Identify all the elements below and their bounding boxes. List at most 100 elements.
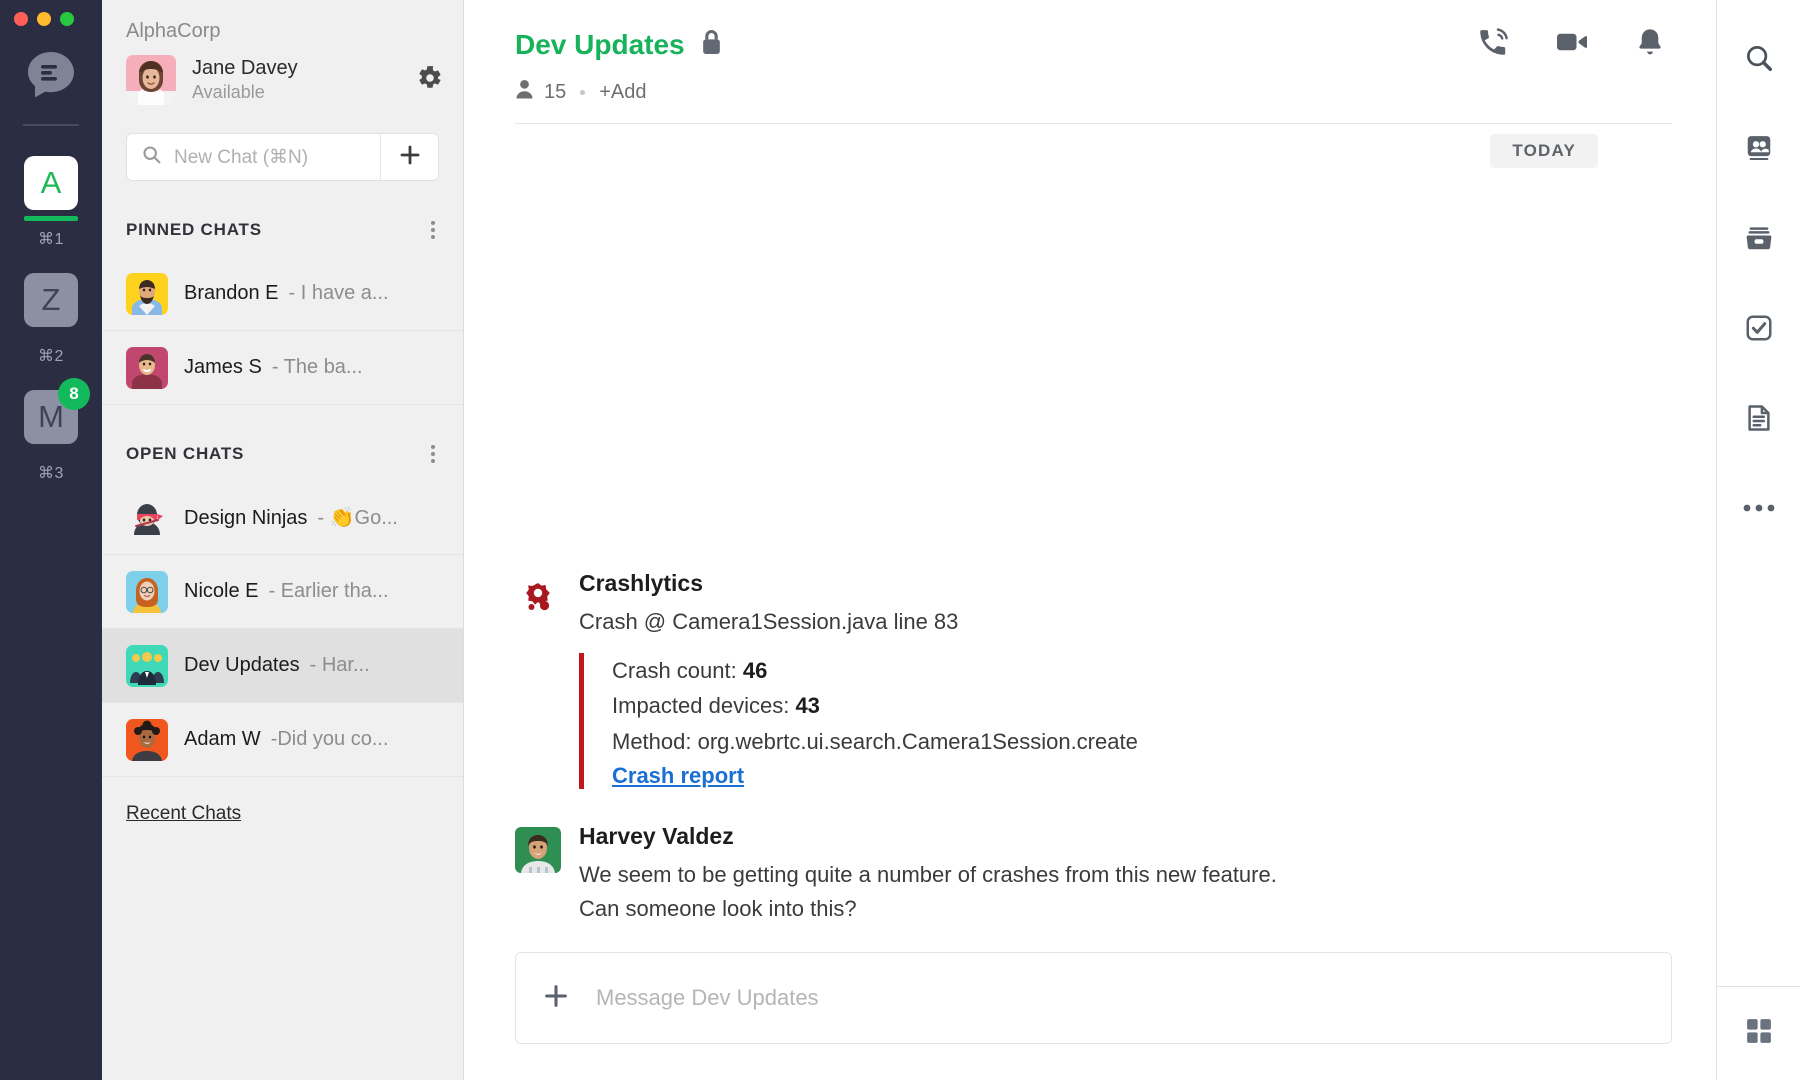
section-header-pinned: PINNED CHATS	[102, 181, 463, 257]
call-icon[interactable]	[1476, 25, 1510, 64]
new-chat-button[interactable]	[380, 134, 438, 180]
message-list: TODAY Crashlytics Crash @ Camera1Session…	[464, 124, 1716, 952]
add-members-button[interactable]: +Add	[599, 81, 646, 104]
attachment-value: 46	[742, 658, 768, 684]
plus-icon[interactable]	[542, 982, 570, 1015]
lock-icon	[701, 29, 722, 60]
current-user-avatar[interactable]	[126, 55, 176, 105]
sidebar-chat-name: Dev Updates	[184, 654, 300, 676]
attachment-label: Impacted devices:	[612, 693, 790, 719]
attachment-line-crash-count: Crash count: 46	[612, 653, 1672, 688]
avatar	[126, 496, 168, 539]
day-separator: TODAY	[515, 134, 1672, 168]
rail-workspace-list: A ⌘1 Z ⌘2 M 8 ⌘3	[0, 156, 102, 507]
right-rail-apps[interactable]	[1717, 986, 1800, 1080]
sidebar-chat-james-s[interactable]: James S - The ba...	[102, 331, 463, 405]
chat-title-row: Dev Updates	[515, 24, 1672, 65]
right-rail-archive[interactable]	[1717, 202, 1800, 278]
recent-chats-link[interactable]: Recent Chats	[126, 803, 241, 824]
kebab-menu-icon[interactable]	[425, 441, 441, 467]
sidebar-chat-text: Nicole E - Earlier tha...	[184, 580, 389, 603]
crash-report-link[interactable]: Crash report	[612, 763, 744, 789]
sidebar-chat-name: Brandon E	[184, 282, 279, 304]
sidebar-chat-nicole-e[interactable]: Nicole E - Earlier tha...	[102, 555, 463, 629]
rail-workspace-a[interactable]: A ⌘1	[24, 156, 78, 249]
attachment-line-impacted-devices: Impacted devices: 43	[612, 688, 1672, 723]
right-rail-more[interactable]	[1717, 472, 1800, 548]
right-rail-search[interactable]	[1717, 22, 1800, 98]
sidebar-chat-brandon-e[interactable]: Brandon E - I have a...	[102, 257, 463, 331]
attachment-label: Method:	[612, 728, 692, 754]
rail-workspace-m-shortcut: ⌘3	[38, 465, 64, 482]
rail-workspace-a-letter: A	[40, 165, 62, 200]
avatar	[126, 718, 168, 761]
right-rail-notes[interactable]	[1717, 382, 1800, 458]
section-title-pinned: PINNED CHATS	[126, 220, 262, 239]
person-icon	[515, 79, 534, 105]
message-crashlytics: Crashlytics Crash @ Camera1Session.java …	[515, 570, 1672, 789]
message-group: Crashlytics Crash @ Camera1Session.java …	[515, 570, 1672, 926]
current-user-row[interactable]: Jane Davey Available	[102, 43, 463, 105]
window-maximize-button[interactable]	[60, 12, 74, 26]
bell-icon[interactable]	[1634, 25, 1666, 64]
rail-workspace-m-tile[interactable]: M 8	[24, 378, 90, 444]
search-input[interactable]: New Chat (⌘N)	[127, 134, 380, 180]
recent-chats-wrapper: Recent Chats	[102, 777, 463, 825]
separator-dot	[580, 89, 586, 95]
search-placeholder: New Chat (⌘N)	[174, 146, 309, 168]
attachment-label: Crash count:	[612, 658, 737, 684]
message-text: Crash @ Camera1Session.java line 83	[579, 609, 959, 635]
kebab-menu-icon[interactable]	[425, 217, 441, 243]
right-rail-contacts[interactable]	[1717, 112, 1800, 188]
avatar	[126, 272, 168, 315]
message-harvey-valdez: Harvey Valdez We seem to be getting quit…	[515, 823, 1672, 926]
sidebar-chat-name: Adam W	[184, 728, 261, 750]
window-close-button[interactable]	[14, 12, 28, 26]
rail-workspace-a-shortcut: ⌘1	[38, 231, 64, 248]
sidebar-chat-text: Dev Updates - Har...	[184, 654, 370, 677]
message-text-line-1: We seem to be getting quite a number of …	[579, 861, 1277, 887]
page-title: Dev Updates	[515, 28, 685, 60]
video-icon[interactable]	[1554, 24, 1590, 65]
right-rail	[1716, 0, 1800, 1080]
sidebar-chat-design-ninjas[interactable]: Design Ninjas - 👏Go...	[102, 481, 463, 555]
window-minimize-button[interactable]	[37, 12, 51, 26]
sidebar-chat-dev-updates[interactable]: Dev Updates - Har...	[102, 629, 463, 703]
right-rail-tasks[interactable]	[1717, 292, 1800, 368]
section-header-open: OPEN CHATS	[102, 405, 463, 481]
sidebar-chat-text: Design Ninjas - 👏Go...	[184, 505, 398, 530]
current-user-info: Jane Davey Available	[192, 56, 417, 104]
avatar	[126, 644, 168, 687]
sidebar-chat-preview: - Har...	[309, 654, 370, 676]
sidebar-chat-adam-w[interactable]: Adam W -Did you co...	[102, 703, 463, 777]
chat-header-actions	[1476, 24, 1672, 65]
current-user-name: Jane Davey	[192, 56, 298, 79]
rail-workspace-a-tile[interactable]: A	[24, 156, 78, 210]
message-author: Crashlytics	[579, 570, 704, 597]
tasks-check-icon	[1744, 313, 1774, 348]
gear-icon[interactable]	[417, 65, 443, 96]
contacts-icon	[1744, 133, 1774, 168]
chat-bubble-logo-icon	[22, 46, 80, 104]
apps-grid-icon	[1744, 1016, 1774, 1051]
attachment-value: org.webrtc.ui.search.Camera1Session.crea…	[697, 728, 1138, 754]
sidebar-chat-text: Adam W -Did you co...	[184, 728, 389, 751]
archive-icon	[1744, 223, 1774, 258]
composer-placeholder: Message Dev Updates	[596, 985, 819, 1010]
sidebar-chat-preview: -Did you co...	[270, 728, 389, 750]
new-chat-search-row[interactable]: New Chat (⌘N)	[126, 133, 439, 181]
avatar	[126, 570, 168, 613]
rail-workspace-z[interactable]: Z ⌘2	[24, 273, 78, 366]
current-user-status: Available	[192, 81, 265, 102]
search-icon	[141, 144, 162, 170]
rail-workspace-m-badge: 8	[58, 378, 90, 410]
rail-divider	[23, 124, 79, 126]
message-composer[interactable]: Message Dev Updates	[515, 952, 1672, 1044]
attachment-value: 43	[795, 693, 820, 719]
sidebar-chat-text: Brandon E - I have a...	[184, 282, 389, 305]
rail-workspace-z-tile[interactable]: Z	[24, 273, 78, 327]
search-icon	[1744, 43, 1774, 78]
rail-workspace-m[interactable]: M 8 ⌘3	[24, 378, 90, 483]
rail-workspace-z-letter: Z	[41, 282, 61, 317]
sidebar-chat-text: James S - The ba...	[184, 356, 363, 379]
